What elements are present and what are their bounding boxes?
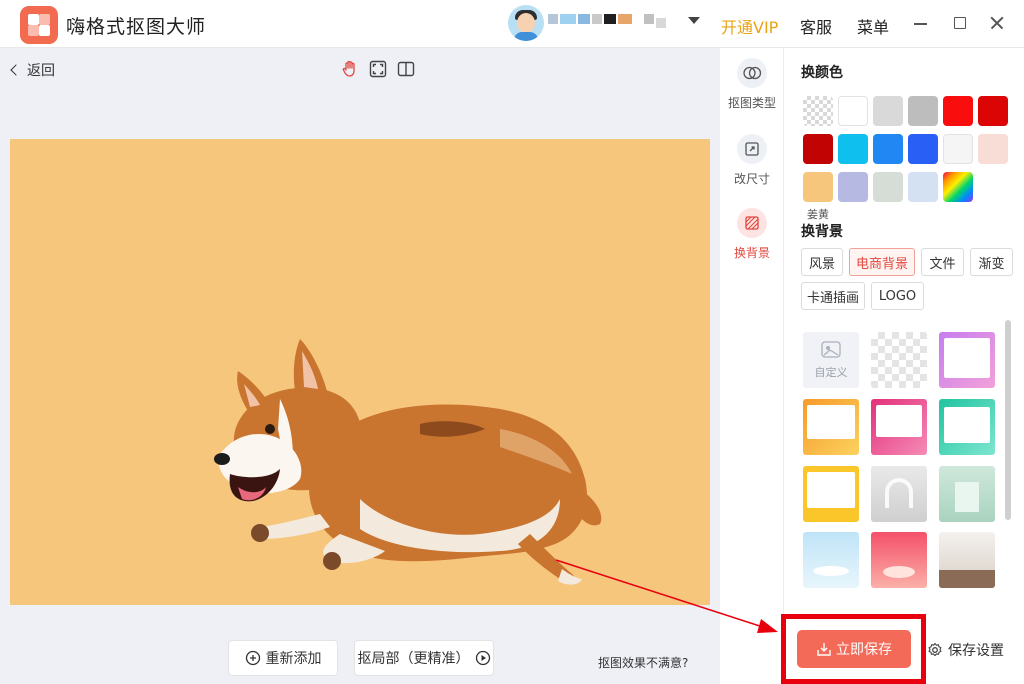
background-thumb-5[interactable]: [803, 466, 859, 522]
tool-column: 抠图类型 改尺寸 换背景: [720, 48, 784, 684]
background-thumb-4[interactable]: [939, 399, 995, 455]
menu-link[interactable]: 菜单: [857, 14, 889, 38]
color-swatch[interactable]: [908, 96, 938, 126]
close-icon[interactable]: [988, 14, 1006, 32]
username-redacted: [548, 14, 668, 28]
color-swatch[interactable]: [873, 96, 903, 126]
color-swatch[interactable]: [838, 96, 868, 126]
app-logo: [20, 6, 58, 44]
background-thumb-3[interactable]: [871, 399, 927, 455]
right-panel: 换颜色 姜黄 换背景 风景 电商背景 文件 渐变 卡通插画 LOGO 自定义 立…: [781, 48, 1024, 684]
tab-gradient[interactable]: 渐变: [970, 248, 1013, 276]
custom-label: 自定义: [814, 366, 848, 379]
tool-change-background[interactable]: 换背景: [720, 208, 784, 261]
save-now-label: 立即保存: [836, 642, 892, 658]
color-swatch[interactable]: [908, 134, 938, 164]
color-swatch[interactable]: [838, 172, 868, 202]
plus-circle-icon: [245, 650, 260, 666]
re-add-label: 重新添加: [265, 651, 322, 667]
color-swatch[interactable]: [803, 134, 833, 164]
tab-cartoon[interactable]: 卡通插画: [801, 282, 865, 310]
download-icon: [817, 643, 831, 656]
save-settings-label: 保存设置: [948, 643, 1004, 659]
color-swatch[interactable]: [943, 172, 973, 202]
tool-resize-label: 改尺寸: [733, 172, 770, 186]
re-add-button[interactable]: 重新添加: [228, 640, 338, 676]
color-swatch[interactable]: [978, 134, 1008, 164]
back-button[interactable]: 返回: [10, 60, 55, 80]
color-swatch[interactable]: [943, 134, 973, 164]
background-thumb-6[interactable]: [871, 466, 927, 522]
background-thumb-2[interactable]: [803, 399, 859, 455]
user-avatar[interactable]: [508, 5, 544, 41]
color-swatch[interactable]: [873, 172, 903, 202]
background-thumb-1[interactable]: [939, 332, 995, 388]
compare-view-icon[interactable]: [397, 60, 415, 78]
tab-scenery[interactable]: 风景: [801, 248, 843, 276]
tool-resize[interactable]: 改尺寸: [720, 134, 784, 187]
tab-ecommerce[interactable]: 电商背景: [849, 248, 915, 276]
change-background-title: 换背景: [801, 224, 843, 240]
background-thumb-9[interactable]: [871, 532, 927, 588]
chevron-left-icon: [10, 64, 22, 76]
resize-icon: [737, 134, 767, 164]
color-swatch[interactable]: [803, 96, 833, 126]
tool-change-background-label: 换背景: [733, 246, 770, 260]
back-label: 返回: [27, 63, 55, 79]
color-swatch[interactable]: [943, 96, 973, 126]
cutout-type-icon: [737, 58, 767, 88]
open-vip-link[interactable]: 开通VIP: [721, 14, 778, 38]
play-circle-icon: [475, 650, 490, 666]
unsatisfied-feedback-link[interactable]: 抠图效果不满意?: [598, 654, 688, 671]
hand-pan-icon[interactable]: [341, 60, 359, 78]
save-settings-button[interactable]: 保存设置: [927, 640, 1004, 660]
partial-cutout-label: 抠局部（更精准）: [357, 651, 470, 667]
background-thumb-10[interactable]: [939, 532, 995, 588]
preview-canvas[interactable]: [10, 139, 710, 605]
minimize-icon[interactable]: [912, 14, 930, 32]
gear-icon: [928, 642, 942, 657]
title-bar: 嗨格式抠图大师 开通VIP 客服 菜单: [0, 0, 1024, 48]
tool-cutout-type[interactable]: 抠图类型: [720, 58, 784, 111]
app-title: 嗨格式抠图大师: [66, 16, 207, 38]
change-color-title: 换颜色: [801, 65, 843, 81]
background-thumb-8[interactable]: [803, 532, 859, 588]
background-thumb-7[interactable]: [939, 466, 995, 522]
partial-cutout-button[interactable]: 抠局部（更精准）: [354, 640, 494, 676]
save-now-button[interactable]: 立即保存: [797, 630, 911, 668]
color-swatch[interactable]: [873, 134, 903, 164]
color-swatch[interactable]: [978, 96, 1008, 126]
transparent-background-thumb[interactable]: [871, 332, 927, 388]
color-swatch[interactable]: [803, 172, 833, 202]
color-swatch[interactable]: [838, 134, 868, 164]
custom-background-thumb[interactable]: 自定义: [803, 332, 859, 388]
maximize-icon[interactable]: [951, 14, 969, 32]
fit-screen-icon[interactable]: [369, 60, 387, 78]
tab-file[interactable]: 文件: [921, 248, 964, 276]
customer-service-link[interactable]: 客服: [800, 14, 832, 38]
cutout-corgi-image: [214, 339, 602, 585]
tool-cutout-type-label: 抠图类型: [727, 96, 776, 110]
tab-logo[interactable]: LOGO: [871, 282, 924, 310]
panel-scrollbar[interactable]: [1005, 320, 1011, 520]
selected-swatch-label: 姜黄: [807, 208, 829, 221]
account-dropdown-icon[interactable]: [688, 17, 700, 24]
canvas-workspace: 返回 重新添加 抠局部（更精准） 抠图效果不满意?: [0, 48, 720, 684]
change-background-icon: [737, 208, 767, 238]
color-swatch[interactable]: [908, 172, 938, 202]
